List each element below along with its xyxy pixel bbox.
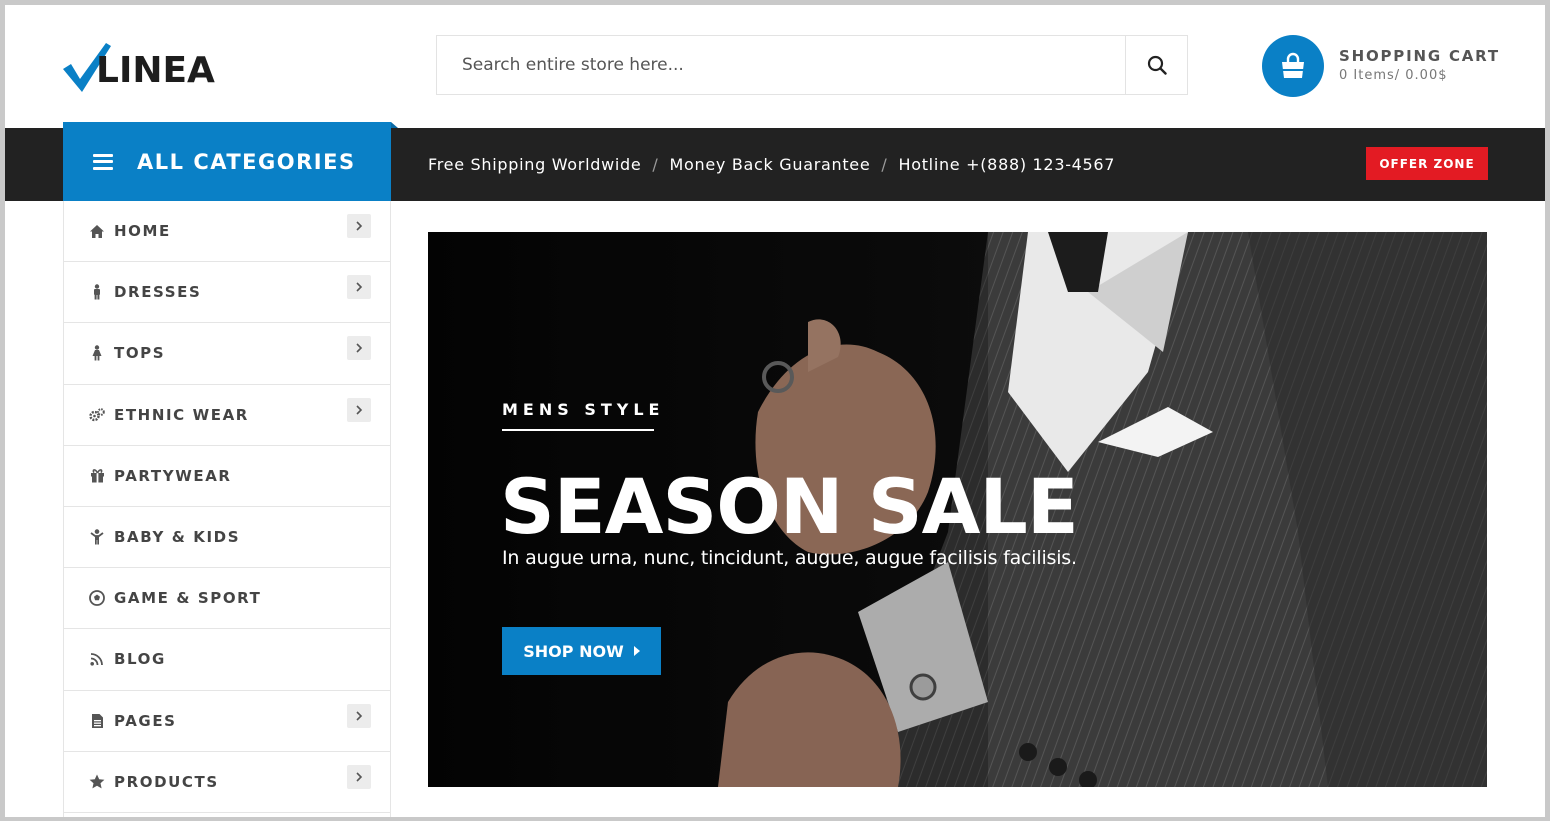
cogs-icon bbox=[89, 407, 105, 423]
sidebar-item-dresses[interactable]: DRESSES bbox=[64, 262, 390, 324]
chevron-right-icon[interactable] bbox=[347, 397, 371, 422]
cart-icon-circle bbox=[1262, 35, 1324, 97]
offer-zone-button[interactable]: OFFER ZONE bbox=[1366, 147, 1488, 180]
cart-summary: 0 Items/ 0.00$ bbox=[1339, 68, 1448, 83]
menu-icon bbox=[93, 153, 113, 170]
search-input[interactable] bbox=[437, 36, 1125, 94]
sidebar-item-label: PRODUCTS bbox=[114, 772, 219, 791]
all-categories-label: ALL CATEGORIES bbox=[137, 149, 356, 174]
promo-separator: / bbox=[881, 155, 888, 174]
sidebar-item-label: PARTYWEAR bbox=[114, 466, 232, 485]
rss-icon bbox=[89, 651, 105, 667]
promo-separator: / bbox=[652, 155, 659, 174]
banner-headline: SEASON SALE bbox=[500, 462, 1079, 551]
shop-now-label: SHOP NOW bbox=[523, 641, 624, 661]
sidebar-item-pages[interactable]: PAGES bbox=[64, 691, 390, 752]
sidebar-item-partywear[interactable]: PARTYWEAR bbox=[64, 446, 390, 507]
file-icon bbox=[89, 713, 105, 729]
sidebar-item-tops[interactable]: TOPS bbox=[64, 323, 390, 385]
chevron-right-icon[interactable] bbox=[347, 703, 371, 728]
star-icon bbox=[89, 774, 105, 790]
cart-title: SHOPPING CART bbox=[1339, 47, 1500, 65]
chevron-right-icon[interactable] bbox=[347, 214, 371, 238]
gift-icon bbox=[89, 468, 105, 484]
child-icon bbox=[89, 529, 105, 545]
female-icon bbox=[89, 345, 105, 361]
banner-kicker-underline bbox=[502, 429, 654, 431]
shopping-bag-icon bbox=[1282, 52, 1304, 78]
sidebar-item-products[interactable]: PRODUCTS bbox=[64, 752, 390, 813]
home-icon bbox=[89, 223, 105, 239]
sidebar-item-label: PAGES bbox=[114, 711, 177, 730]
search-bar bbox=[436, 35, 1188, 95]
logo-text: LINEA bbox=[96, 50, 215, 91]
shop-now-button[interactable]: SHOP NOW bbox=[502, 627, 661, 675]
chevron-right-icon[interactable] bbox=[347, 275, 371, 300]
sidebar-item-game-sport[interactable]: GAME & SPORT bbox=[64, 568, 390, 630]
chevron-right-icon[interactable] bbox=[347, 336, 371, 361]
shopping-cart[interactable]: SHOPPING CART 0 Items/ 0.00$ bbox=[1262, 35, 1522, 97]
person-icon bbox=[89, 284, 105, 300]
sidebar-item-label: ETHNIC WEAR bbox=[114, 405, 249, 424]
search-icon bbox=[1147, 55, 1167, 75]
sidebar-item-label: TOPS bbox=[114, 344, 166, 363]
promo-shipping: Free Shipping Worldwide bbox=[428, 155, 642, 174]
sidebar-item-label: DRESSES bbox=[114, 283, 202, 302]
all-categories-button[interactable]: ALL CATEGORIES bbox=[63, 122, 398, 201]
category-sidebar: HOME DRESSES TOPS ETHNIC WEAR PARTYWEAR … bbox=[63, 201, 391, 817]
chevron-right-icon[interactable] bbox=[347, 764, 371, 789]
banner-tagline: In augue urna, nunc, tincidunt, augue, a… bbox=[502, 547, 1077, 569]
sidebar-item-label: BLOG bbox=[114, 650, 166, 669]
soccer-ball-icon bbox=[89, 590, 105, 607]
promo-hotline: Hotline +(888) 123-4567 bbox=[898, 155, 1116, 174]
sidebar-item-label: BABY & KIDS bbox=[114, 528, 241, 547]
sidebar-item-blog[interactable]: BLOG bbox=[64, 629, 390, 691]
sidebar-item-baby-kids[interactable]: BABY & KIDS bbox=[64, 507, 390, 569]
sidebar-item-label: HOME bbox=[114, 222, 171, 241]
sidebar-item-label: GAME & SPORT bbox=[114, 589, 262, 608]
promo-money-back: Money Back Guarantee bbox=[669, 155, 871, 174]
banner-kicker: MENS STYLE bbox=[502, 400, 665, 419]
sidebar-item-ethnic-wear[interactable]: ETHNIC WEAR bbox=[64, 385, 390, 446]
caret-right-icon bbox=[633, 646, 640, 656]
search-button[interactable] bbox=[1125, 36, 1187, 94]
sidebar-item-home[interactable]: HOME bbox=[64, 201, 390, 263]
logo[interactable]: LINEA bbox=[62, 42, 222, 94]
promo-strip: Free Shipping Worldwide / Money Back Gua… bbox=[428, 128, 1115, 201]
